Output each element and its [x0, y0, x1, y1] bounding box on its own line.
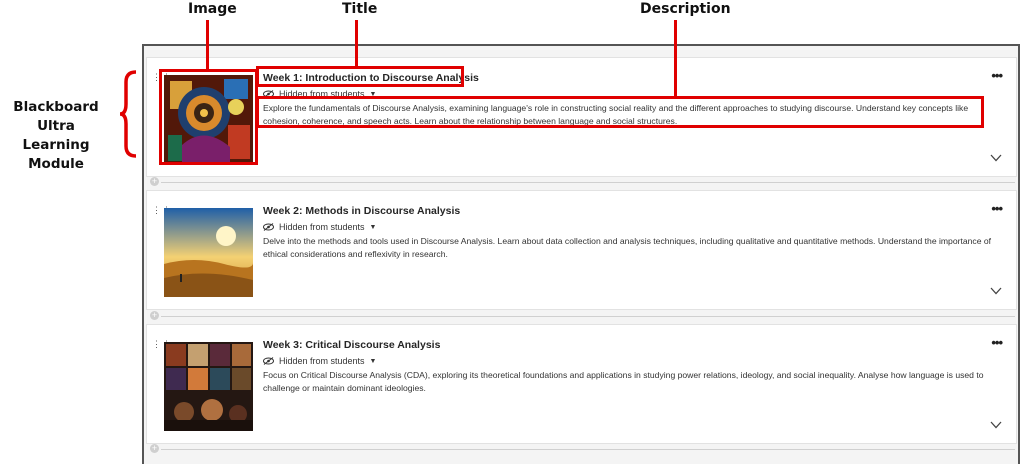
add-content-divider[interactable]: +: [147, 177, 1015, 187]
caret-down-icon: ▼: [369, 357, 377, 365]
annotation-module-line1: Blackboard Ultra: [13, 99, 99, 134]
eye-slash-icon: [263, 357, 274, 365]
annotation-description-label: Description: [640, 1, 731, 17]
drag-handle-icon[interactable]: ⋮⋮: [152, 206, 171, 218]
visibility-label: Hidden from students: [279, 356, 365, 366]
visibility-label: Hidden from students: [279, 222, 365, 232]
eye-slash-icon: [263, 223, 274, 231]
divider-line: [161, 182, 1015, 183]
plus-icon[interactable]: +: [150, 311, 159, 320]
learning-module[interactable]: ⋮⋮ Week 3: Critical Discourse Analysis H…: [146, 324, 1017, 444]
module-image: [164, 208, 253, 297]
more-options-icon[interactable]: •••: [991, 201, 1003, 216]
eye-slash-icon: [263, 90, 274, 98]
annotation-image-label: Image: [188, 1, 237, 17]
module-description: Explore the fundamentals of Discourse An…: [263, 103, 969, 126]
module-description: Delve into the methods and tools used in…: [263, 236, 992, 259]
more-options-icon[interactable]: •••: [991, 68, 1003, 83]
description-pointer-line: [674, 20, 677, 97]
module-brace-icon: [119, 70, 137, 158]
plus-icon[interactable]: +: [150, 177, 159, 186]
annotation-title-label: Title: [342, 1, 378, 17]
visibility-dropdown[interactable]: Hidden from students ▼: [263, 89, 376, 99]
chevron-down-icon[interactable]: [990, 421, 1002, 429]
title-pointer-line: [355, 20, 358, 68]
visibility-dropdown[interactable]: Hidden from students ▼: [263, 222, 376, 232]
module-title[interactable]: Week 3: Critical Discourse Analysis: [263, 339, 440, 351]
drag-handle-icon[interactable]: ⋮⋮: [152, 73, 171, 85]
image-pointer-line: [206, 20, 209, 70]
annotation-module-label: Blackboard Ultra Learning Module: [0, 98, 112, 174]
divider-line: [161, 449, 1015, 450]
visibility-dropdown[interactable]: Hidden from students ▼: [263, 356, 376, 366]
learning-module[interactable]: ⋮⋮ Week 2: Methods in Discourse Analysis…: [146, 190, 1017, 310]
divider-line: [161, 316, 1015, 317]
module-image: [164, 75, 253, 164]
learning-module[interactable]: ⋮⋮ Week 1: Introduction to Discourse Ana…: [146, 57, 1017, 177]
add-content-divider[interactable]: +: [147, 444, 1015, 454]
visibility-label: Hidden from students: [279, 89, 365, 99]
chevron-down-icon[interactable]: [990, 287, 1002, 295]
more-options-icon[interactable]: •••: [991, 335, 1003, 350]
drag-handle-icon[interactable]: ⋮⋮: [152, 340, 171, 352]
caret-down-icon: ▼: [369, 90, 377, 98]
add-content-divider[interactable]: +: [147, 311, 1015, 321]
module-title[interactable]: Week 1: Introduction to Discourse Analys…: [263, 72, 479, 84]
module-image: [164, 342, 253, 431]
chevron-down-icon[interactable]: [990, 154, 1002, 162]
annotation-module-line2: Learning Module: [22, 137, 90, 172]
module-description: Focus on Critical Discourse Analysis (CD…: [263, 370, 984, 393]
caret-down-icon: ▼: [369, 223, 377, 231]
module-title[interactable]: Week 2: Methods in Discourse Analysis: [263, 205, 460, 217]
